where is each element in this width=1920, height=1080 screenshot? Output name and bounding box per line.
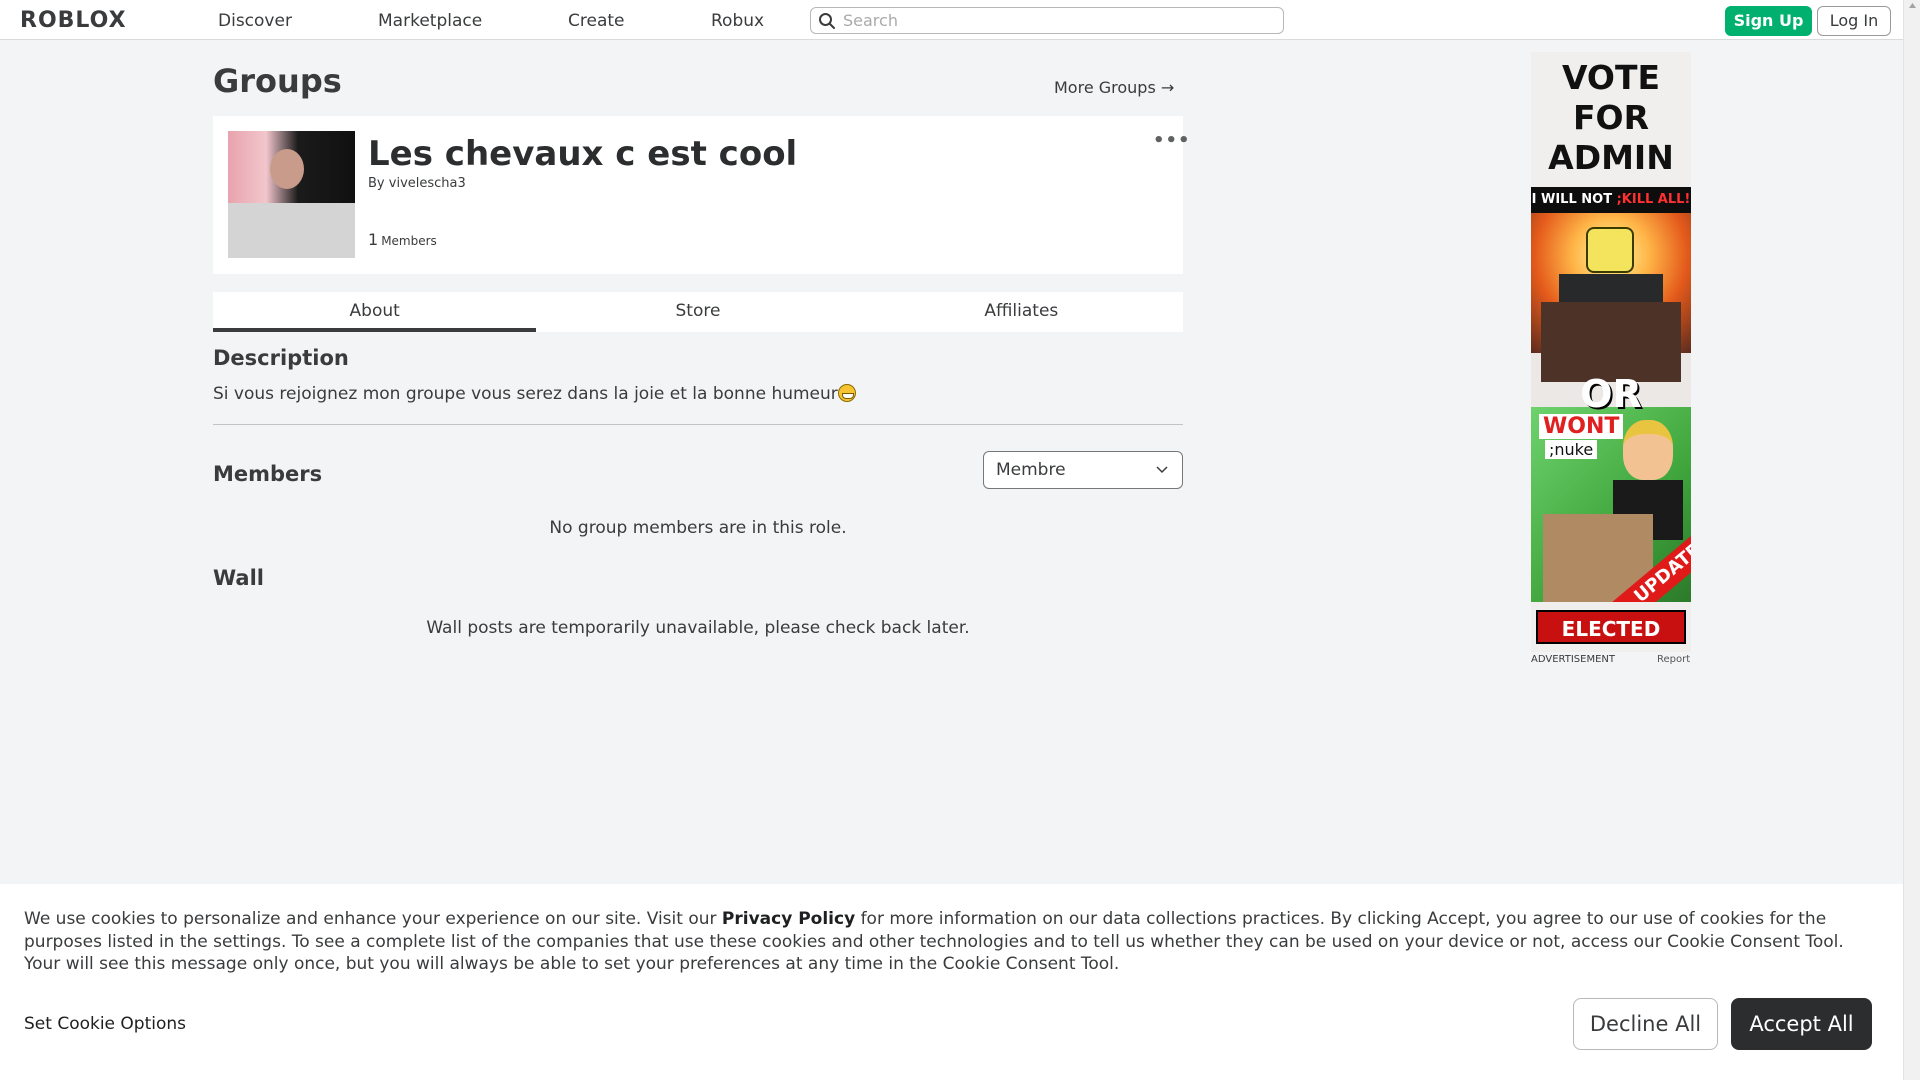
cookie-consent-banner: We use cookies to personalize and enhanc… <box>0 884 1903 1080</box>
search-box[interactable] <box>810 7 1284 34</box>
members-empty-message: No group members are in this role. <box>549 518 847 538</box>
ad-man-head <box>1623 420 1673 480</box>
member-count-value: 1 <box>368 230 379 249</box>
group-emblem-face <box>270 149 304 189</box>
tab-affiliates[interactable]: Affiliates <box>860 292 1183 332</box>
cookie-text-before: We use cookies to personalize and enhanc… <box>24 909 722 929</box>
description-heading: Description <box>213 346 349 370</box>
decline-all-button[interactable]: Decline All <box>1573 998 1718 1050</box>
ad-strip: I WILL NOT ;KILL ALL! <box>1531 187 1691 213</box>
description-text-row: Si vous rejoignez mon groupe vous serez … <box>213 384 856 404</box>
section-divider <box>213 424 1183 425</box>
advertisement-banner[interactable]: VOTE FOR ADMIN I WILL NOT ;KILL ALL! OR … <box>1531 52 1691 652</box>
role-dropdown-value: Membre <box>996 460 1066 480</box>
group-tabs: About Store Affiliates <box>213 292 1183 332</box>
cookie-message: We use cookies to personalize and enhanc… <box>24 908 1880 976</box>
ad-podium-dark <box>1541 302 1681 382</box>
nav-marketplace-link[interactable]: Marketplace <box>378 11 482 31</box>
group-owner-link[interactable]: vivelescha3 <box>389 176 466 191</box>
more-options-icon[interactable]: ••• <box>1153 130 1191 151</box>
members-heading: Members <box>213 462 323 486</box>
scroll-up-arrow-icon[interactable] <box>1908 2 1917 10</box>
nav-discover-link[interactable]: Discover <box>218 11 292 31</box>
roblox-logo[interactable]: ROBLOX <box>20 8 127 33</box>
tab-about[interactable]: About <box>213 292 537 332</box>
grinning-emoji-icon <box>837 384 856 402</box>
nav-create-link[interactable]: Create <box>568 11 625 31</box>
ad-report-link[interactable]: Report <box>1657 654 1690 665</box>
top-navigation-bar: ROBLOX Discover Marketplace Create Robux… <box>0 0 1903 40</box>
tab-store[interactable]: Store <box>536 292 859 332</box>
set-cookie-options-link[interactable]: Set Cookie Options <box>24 1014 186 1034</box>
ad-robot-head <box>1586 227 1634 273</box>
ad-wont-text: WONT <box>1539 414 1624 439</box>
privacy-policy-link[interactable]: Privacy Policy <box>722 909 855 929</box>
ad-nuke-text: ;nuke <box>1545 440 1598 459</box>
member-count-label: Members <box>381 234 437 248</box>
group-owner-line: By vivelescha3 <box>368 176 466 191</box>
group-by-prefix: By <box>368 176 385 191</box>
ad-strip-highlight: ;KILL ALL! <box>1616 192 1691 207</box>
group-header-card: Les chevaux c est cool By vivelescha3 1M… <box>213 116 1190 274</box>
more-groups-link[interactable]: More Groups → <box>1054 78 1174 97</box>
page-scrollbar[interactable] <box>1903 0 1920 1080</box>
description-text: Si vous rejoignez mon groupe vous serez … <box>213 384 838 404</box>
group-name: Les chevaux c est cool <box>368 134 798 174</box>
search-icon <box>819 13 835 29</box>
accept-all-button[interactable]: Accept All <box>1731 998 1872 1050</box>
page-title: Groups <box>213 62 342 100</box>
ad-strip-prefix: I WILL NOT <box>1531 192 1617 207</box>
wall-heading: Wall <box>213 566 264 590</box>
group-member-count: 1 Members <box>368 230 437 249</box>
ad-or-text: OR <box>1580 372 1642 416</box>
chevron-down-icon <box>1156 466 1168 474</box>
ad-elected-admin: ELECTED ADMIN <box>1536 610 1686 652</box>
sign-up-button[interactable]: Sign Up <box>1725 6 1812 36</box>
search-input[interactable] <box>843 10 1273 31</box>
ad-headline: VOTE FOR ADMIN <box>1531 52 1691 187</box>
log-in-button[interactable]: Log In <box>1817 6 1891 36</box>
role-dropdown[interactable]: Membre <box>983 451 1183 489</box>
group-emblem-image <box>228 131 355 258</box>
advertisement-label: ADVERTISEMENT <box>1531 654 1616 665</box>
nav-robux-link[interactable]: Robux <box>711 11 764 31</box>
wall-unavailable-message: Wall posts are temporarily unavailable, … <box>426 618 970 638</box>
